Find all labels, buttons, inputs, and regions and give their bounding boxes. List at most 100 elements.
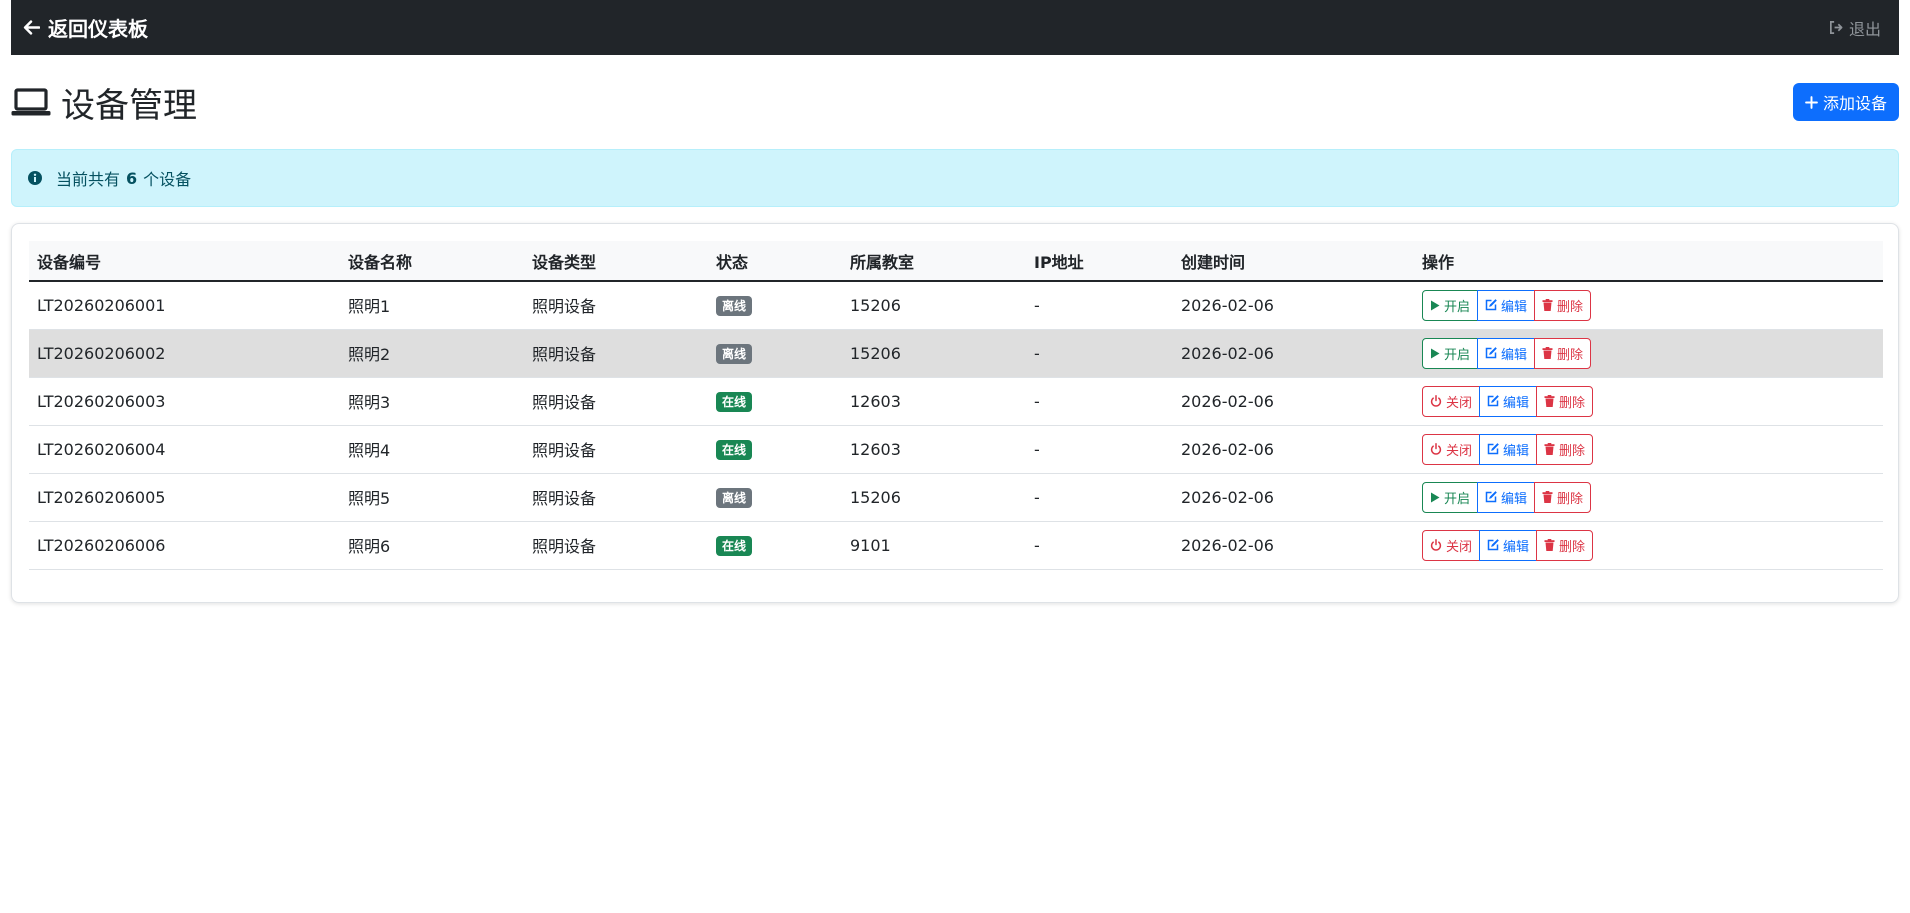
info-circle-icon [28, 171, 42, 185]
delete-button[interactable]: 删除 [1536, 385, 1594, 417]
toggle-label: 开启 [1444, 491, 1471, 507]
classroom-cell: 15206 [850, 487, 901, 507]
ip-cell: - [1034, 295, 1040, 315]
add-device-label: 添加设备 [1822, 94, 1887, 113]
arrow-left-icon [23, 20, 40, 35]
created-time-cell: 2026-02-06 [1181, 439, 1274, 459]
edit-label: 编辑 [1501, 299, 1528, 315]
device-id-cell: LT20260206002 [37, 343, 166, 363]
device-id-cell: LT20260206005 [37, 487, 166, 507]
turn-off-button[interactable]: 关闭 [1422, 529, 1481, 561]
back-to-dashboard-link[interactable]: 返回仪表板 [23, 13, 148, 42]
device-table-card: 设备编号 设备名称 设备类型 状态 所属教室 IP地址 创建时间 操作 LT20… [11, 223, 1899, 603]
delete-button[interactable]: 删除 [1534, 337, 1592, 369]
trash-icon [1544, 443, 1555, 455]
laptop-icon [11, 88, 51, 116]
delete-button[interactable]: 删除 [1536, 529, 1594, 561]
ip-cell: - [1034, 343, 1040, 363]
turn-off-button[interactable]: 关闭 [1422, 433, 1481, 465]
power-icon [1430, 443, 1442, 455]
edit-icon [1487, 395, 1499, 407]
status-cell: 在线 [708, 377, 842, 425]
actions-cell: 开启 编辑 删除 [1414, 329, 1883, 377]
column-header: 设备编号 [37, 252, 102, 272]
action-button-group: 开启 编辑 删除 [1422, 481, 1592, 513]
edit-button[interactable]: 编辑 [1479, 385, 1538, 417]
delete-label: 删除 [1557, 491, 1584, 507]
table-row: LT20260206002 照明2 照明设备 离线 15206 - 2026-0… [29, 329, 1883, 377]
delete-button[interactable]: 删除 [1534, 481, 1592, 513]
created-time-cell: 2026-02-06 [1181, 487, 1274, 507]
trash-icon [1544, 395, 1555, 407]
table-row: LT20260206001 照明1 照明设备 离线 15206 - 2026-0… [29, 281, 1883, 329]
classroom-cell: 9101 [850, 535, 891, 555]
delete-button[interactable]: 删除 [1534, 289, 1592, 321]
actions-cell: 开启 编辑 删除 [1414, 473, 1883, 521]
edit-button[interactable]: 编辑 [1477, 481, 1536, 513]
play-icon [1431, 348, 1440, 358]
delete-label: 删除 [1559, 443, 1586, 459]
device-count: 6 [126, 168, 138, 188]
delete-label: 删除 [1559, 539, 1586, 555]
edit-label: 编辑 [1503, 443, 1530, 459]
action-button-group: 开启 编辑 删除 [1422, 337, 1592, 369]
created-time-cell: 2026-02-06 [1181, 535, 1274, 555]
turn-on-button[interactable]: 开启 [1422, 289, 1479, 321]
page-title-text: 设备管理 [61, 85, 197, 126]
classroom-cell: 15206 [850, 343, 901, 363]
device-id-cell: LT20260206006 [37, 535, 166, 555]
device-table: 设备编号 设备名称 设备类型 状态 所属教室 IP地址 创建时间 操作 LT20… [29, 241, 1883, 570]
table-row: LT20260206003 照明3 照明设备 在线 12603 - 2026-0… [29, 377, 1883, 425]
column-header: 状态 [716, 252, 749, 272]
device-id-cell: LT20260206004 [37, 439, 166, 459]
logout-link[interactable]: 退出 [1828, 16, 1881, 40]
table-row: LT20260206005 照明5 照明设备 离线 15206 - 2026-0… [29, 473, 1883, 521]
status-cell: 离线 [708, 329, 842, 377]
device-type-cell: 照明设备 [532, 297, 597, 317]
back-label: 返回仪表板 [48, 17, 148, 41]
status-badge: 在线 [716, 439, 753, 460]
edit-label: 编辑 [1503, 539, 1530, 555]
table-row: LT20260206006 照明6 照明设备 在线 9101 - 2026-02… [29, 521, 1883, 569]
edit-icon [1487, 443, 1499, 455]
classroom-cell: 12603 [850, 439, 901, 459]
device-id-cell: LT20260206001 [37, 295, 166, 315]
trash-icon [1542, 347, 1553, 359]
device-name-cell: 照明5 [348, 489, 391, 508]
turn-on-button[interactable]: 开启 [1422, 337, 1479, 369]
actions-cell: 关闭 编辑 删除 [1414, 377, 1883, 425]
edit-button[interactable]: 编辑 [1479, 433, 1538, 465]
column-header: 所属教室 [850, 252, 915, 272]
action-button-group: 关闭 编辑 删除 [1422, 529, 1594, 561]
column-header: 设备类型 [532, 252, 597, 272]
edit-button[interactable]: 编辑 [1477, 289, 1536, 321]
actions-cell: 开启 编辑 删除 [1414, 281, 1883, 329]
actions-cell: 关闭 编辑 删除 [1414, 425, 1883, 473]
power-icon [1430, 539, 1442, 551]
column-header: 操作 [1422, 252, 1455, 272]
device-type-cell: 照明设备 [532, 393, 597, 412]
status-badge: 离线 [716, 487, 753, 508]
turn-on-button[interactable]: 开启 [1422, 481, 1479, 513]
status-badge: 离线 [716, 343, 753, 364]
status-cell: 在线 [708, 425, 842, 473]
device-name-cell: 照明4 [348, 441, 391, 460]
device-type-cell: 照明设备 [532, 345, 597, 364]
delete-label: 删除 [1559, 395, 1586, 411]
status-cell: 在线 [708, 521, 842, 569]
device-name-cell: 照明3 [348, 393, 391, 412]
edit-icon [1485, 299, 1497, 311]
toggle-label: 关闭 [1446, 395, 1473, 411]
actions-cell: 关闭 编辑 删除 [1414, 521, 1883, 569]
add-device-button[interactable]: 添加设备 [1792, 83, 1899, 121]
logout-label: 退出 [1848, 19, 1881, 39]
edit-button[interactable]: 编辑 [1477, 337, 1536, 369]
trash-icon [1544, 539, 1555, 551]
top-navbar: 返回仪表板 退出 [11, 0, 1899, 55]
edit-icon [1485, 491, 1497, 503]
device-type-cell: 照明设备 [532, 537, 597, 556]
action-button-group: 开启 编辑 删除 [1422, 289, 1592, 321]
delete-button[interactable]: 删除 [1536, 433, 1594, 465]
turn-off-button[interactable]: 关闭 [1422, 385, 1481, 417]
edit-button[interactable]: 编辑 [1479, 529, 1538, 561]
